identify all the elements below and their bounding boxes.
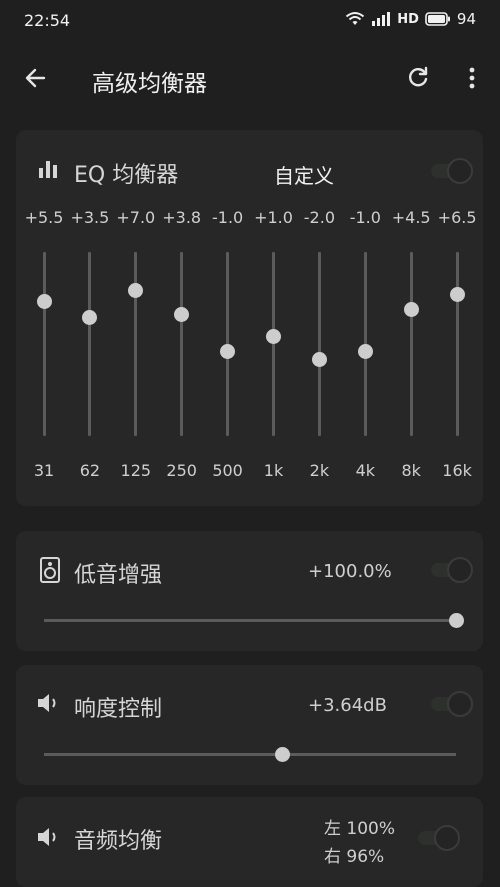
eq-band-frequency-label: 2k [309, 461, 330, 480]
loudness-slider-knob[interactable] [275, 747, 291, 762]
balance-right-value: 右 96% [324, 847, 385, 867]
eq-preset-selector[interactable]: 自定义 [274, 160, 334, 189]
eq-band-slider-knob[interactable] [174, 307, 190, 323]
eq-band-gain-label: -2.0 [303, 208, 335, 227]
eq-toggle[interactable] [431, 158, 475, 184]
eq-band-slider-track[interactable] [409, 252, 413, 436]
balance-title: 音频均衡 [74, 829, 163, 854]
balance-left-value: 左 100% [324, 819, 396, 839]
eq-band-slider-knob[interactable] [449, 286, 465, 302]
page-title: 高级均衡器 [92, 71, 207, 97]
signal-icon [371, 11, 391, 27]
eq-band-slider-knob[interactable] [36, 294, 52, 310]
eq-band-gain-label: +3.8 [162, 208, 202, 227]
wifi-icon [345, 11, 365, 27]
status-bar: 22:54 HD 94 [0, 0, 500, 42]
eq-bars-icon [38, 159, 60, 183]
eq-band-slider-track[interactable] [455, 252, 459, 436]
loudness-title: 响度控制 [74, 697, 163, 722]
eq-band-slider-track[interactable] [272, 252, 275, 436]
bass-slider-knob[interactable] [448, 613, 464, 628]
loudness-card: 响度控制 +3.64dB [16, 665, 483, 785]
eq-band-slider-knob[interactable] [266, 328, 281, 344]
eq-band-gain-label: +4.5 [391, 208, 431, 227]
bass-card: 低音增强 +100.0% [16, 531, 483, 651]
bass-value: +100.0% [308, 561, 392, 582]
balance-toggle[interactable] [418, 825, 462, 851]
eq-band-frequency-label: 8k [401, 461, 421, 480]
eq-band-gain-label: -1.0 [211, 208, 244, 227]
balance-card: 音频均衡 左 100% 右 96% [16, 797, 483, 887]
volume-icon [36, 825, 64, 853]
eq-band-slider-track[interactable] [134, 252, 138, 436]
bass-slider-track[interactable] [44, 619, 456, 622]
eq-band-slider-track[interactable] [42, 252, 46, 436]
loudness-slider-track[interactable] [44, 753, 456, 756]
eq-band-frequency-label: 500 [212, 461, 243, 480]
battery-level: 94 [456, 10, 476, 28]
eq-band-frequency-label: 1k [263, 461, 284, 480]
network-label: HD [397, 11, 419, 27]
loudness-value: +3.64dB [308, 695, 387, 716]
eq-band-frequency-label: 31 [33, 461, 55, 480]
eq-band-frequency-label: 16k [442, 461, 472, 480]
eq-band-frequency-label: 250 [166, 461, 197, 480]
eq-title: EQ 均衡器 [74, 163, 179, 188]
eq-band-slider-track[interactable] [88, 252, 92, 436]
volume-icon [36, 691, 64, 719]
status-icons: HD 94 [345, 10, 476, 28]
eq-band-slider-track[interactable] [180, 252, 184, 436]
eq-band-gain-label: +3.5 [70, 208, 110, 227]
eq-card: EQ 均衡器 自定义 +5.5 31 +3.5 62 +7.0 125 +3.8 250 -1.… [16, 130, 483, 506]
eq-band-frequency-label: 125 [120, 461, 152, 480]
eq-band-gain-label: +5.5 [24, 208, 64, 227]
eq-band-gain-label: +7.0 [116, 208, 156, 227]
eq-band-frequency-label: 62 [79, 461, 101, 480]
eq-band-slider-knob[interactable] [403, 302, 419, 317]
eq-band-slider-knob[interactable] [220, 344, 236, 360]
more-vert-icon[interactable] [458, 64, 486, 92]
refresh-icon[interactable] [404, 64, 432, 92]
arrow-back-icon[interactable] [22, 64, 50, 92]
eq-band-gain-label: +6.5 [437, 208, 477, 227]
eq-band-frequency-label: 4k [355, 461, 376, 480]
eq-band-slider-knob[interactable] [128, 282, 144, 298]
eq-band-gain-label: -1.0 [349, 208, 381, 227]
eq-band-gain-label: +1.0 [254, 208, 293, 227]
status-time: 22:54 [24, 11, 71, 30]
bass-title: 低音增强 [74, 563, 163, 588]
bass-toggle[interactable] [431, 557, 475, 583]
loudness-toggle[interactable] [431, 691, 475, 717]
app-bar: 高级均衡器 [0, 42, 500, 114]
eq-band-slider-knob[interactable] [357, 344, 373, 360]
eq-band-slider-knob[interactable] [82, 309, 98, 325]
eq-band-slider-track[interactable] [317, 252, 321, 436]
eq-band-slider-knob[interactable] [311, 351, 327, 367]
battery-icon [425, 12, 451, 26]
speaker-icon [40, 557, 60, 587]
